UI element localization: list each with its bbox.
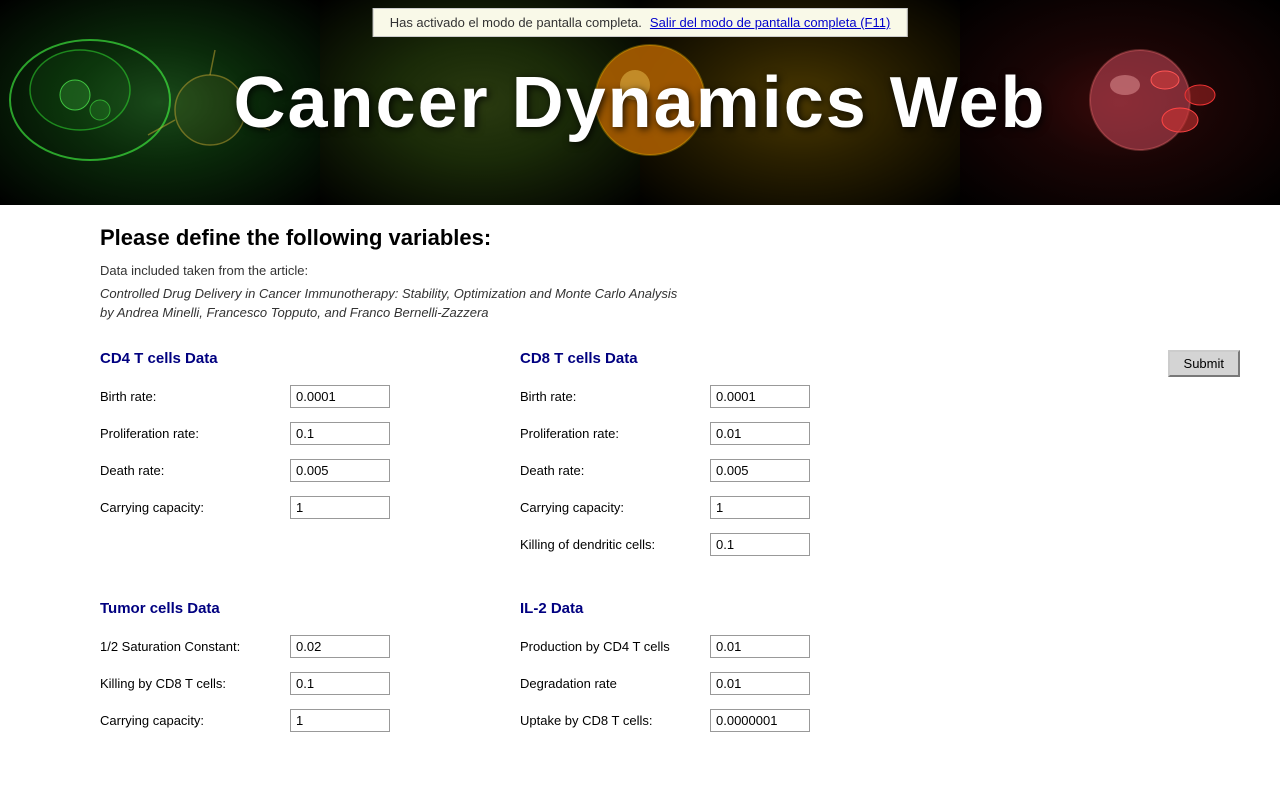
cd4-carrying-capacity-row: Carrying capacity:: [100, 496, 520, 519]
tumor-carrying-capacity-input[interactable]: [290, 709, 390, 732]
cd4-section-title: CD4 T cells Data: [100, 350, 520, 367]
cd8-birth-rate-input[interactable]: [710, 385, 810, 408]
tumor-carrying-capacity-row: Carrying capacity:: [100, 709, 520, 732]
cd4-carrying-capacity-label: Carrying capacity:: [100, 500, 290, 515]
il2-uptake-cd8-row: Uptake by CD8 T cells:: [520, 709, 940, 732]
cd8-birth-rate-row: Birth rate:: [520, 385, 940, 408]
il2-uptake-cd8-input[interactable]: [710, 709, 810, 732]
top-data-row: CD4 T cells Data Birth rate: Proliferati…: [100, 350, 1240, 570]
cd8-killing-dendritic-row: Killing of dendritic cells:: [520, 533, 940, 556]
cd8-section-title: CD8 T cells Data: [520, 350, 940, 367]
tumor-saturation-row: 1/2 Saturation Constant:: [100, 635, 520, 658]
submit-button[interactable]: Submit: [1168, 350, 1240, 377]
fullscreen-notification: Has activado el modo de pantalla complet…: [373, 8, 908, 37]
il2-degradation-rate-label: Degradation rate: [520, 676, 710, 691]
cd4-birth-rate-input[interactable]: [290, 385, 390, 408]
il2-degradation-rate-row: Degradation rate: [520, 672, 940, 695]
fullscreen-message: Has activado el modo de pantalla complet…: [390, 15, 642, 30]
submit-area: Submit: [1168, 350, 1240, 377]
cd8-proliferation-rate-row: Proliferation rate:: [520, 422, 940, 445]
tumor-killing-cd8-row: Killing by CD8 T cells:: [100, 672, 520, 695]
cd4-proliferation-rate-label: Proliferation rate:: [100, 426, 290, 441]
article-title: Controlled Drug Delivery in Cancer Immun…: [100, 286, 1240, 301]
cd8-carrying-capacity-row: Carrying capacity:: [520, 496, 940, 519]
cd4-proliferation-rate-row: Proliferation rate:: [100, 422, 520, 445]
cd8-death-rate-row: Death rate:: [520, 459, 940, 482]
tumor-section: Tumor cells Data 1/2 Saturation Constant…: [100, 600, 520, 746]
cd8-birth-rate-label: Birth rate:: [520, 389, 710, 404]
tumor-section-title: Tumor cells Data: [100, 600, 520, 617]
cd4-death-rate-label: Death rate:: [100, 463, 290, 478]
tumor-killing-cd8-input[interactable]: [290, 672, 390, 695]
cd8-section: CD8 T cells Data Birth rate: Proliferati…: [520, 350, 940, 570]
cd8-killing-dendritic-input[interactable]: [710, 533, 810, 556]
cd8-carrying-capacity-label: Carrying capacity:: [520, 500, 710, 515]
il2-uptake-cd8-label: Uptake by CD8 T cells:: [520, 713, 710, 728]
page-heading: Please define the following variables:: [100, 225, 1240, 251]
il2-production-cd4-label: Production by CD4 T cells: [520, 639, 710, 654]
il2-section-title: IL-2 Data: [520, 600, 940, 617]
cd4-proliferation-rate-input[interactable]: [290, 422, 390, 445]
cd8-killing-dendritic-label: Killing of dendritic cells:: [520, 537, 710, 552]
tumor-carrying-capacity-label: Carrying capacity:: [100, 713, 290, 728]
cd8-death-rate-label: Death rate:: [520, 463, 710, 478]
cd4-death-rate-row: Death rate:: [100, 459, 520, 482]
cd4-section: CD4 T cells Data Birth rate: Proliferati…: [100, 350, 520, 533]
article-authors: by Andrea Minelli, Francesco Topputo, an…: [100, 305, 1240, 320]
cd4-carrying-capacity-input[interactable]: [290, 496, 390, 519]
cd4-death-rate-input[interactable]: [290, 459, 390, 482]
article-intro: Data included taken from the article:: [100, 263, 1240, 278]
il2-degradation-rate-input[interactable]: [710, 672, 810, 695]
il2-production-cd4-row: Production by CD4 T cells: [520, 635, 940, 658]
tumor-saturation-label: 1/2 Saturation Constant:: [100, 639, 290, 654]
cd4-birth-rate-label: Birth rate:: [100, 389, 290, 404]
main-content: Please define the following variables: D…: [0, 205, 1280, 800]
cd8-proliferation-rate-input[interactable]: [710, 422, 810, 445]
cd8-carrying-capacity-input[interactable]: [710, 496, 810, 519]
cd8-death-rate-input[interactable]: [710, 459, 810, 482]
il2-production-cd4-input[interactable]: [710, 635, 810, 658]
tumor-saturation-input[interactable]: [290, 635, 390, 658]
app-title: Cancer Dynamics Web: [234, 62, 1047, 144]
cd8-proliferation-rate-label: Proliferation rate:: [520, 426, 710, 441]
fullscreen-exit-link[interactable]: Salir del modo de pantalla completa (F11…: [650, 15, 890, 30]
tumor-killing-cd8-label: Killing by CD8 T cells:: [100, 676, 290, 691]
cd4-birth-rate-row: Birth rate:: [100, 385, 520, 408]
bottom-data-row: Tumor cells Data 1/2 Saturation Constant…: [100, 600, 1240, 746]
header-banner: Has activado el modo de pantalla complet…: [0, 0, 1280, 205]
il2-section: IL-2 Data Production by CD4 T cells Degr…: [520, 600, 940, 746]
